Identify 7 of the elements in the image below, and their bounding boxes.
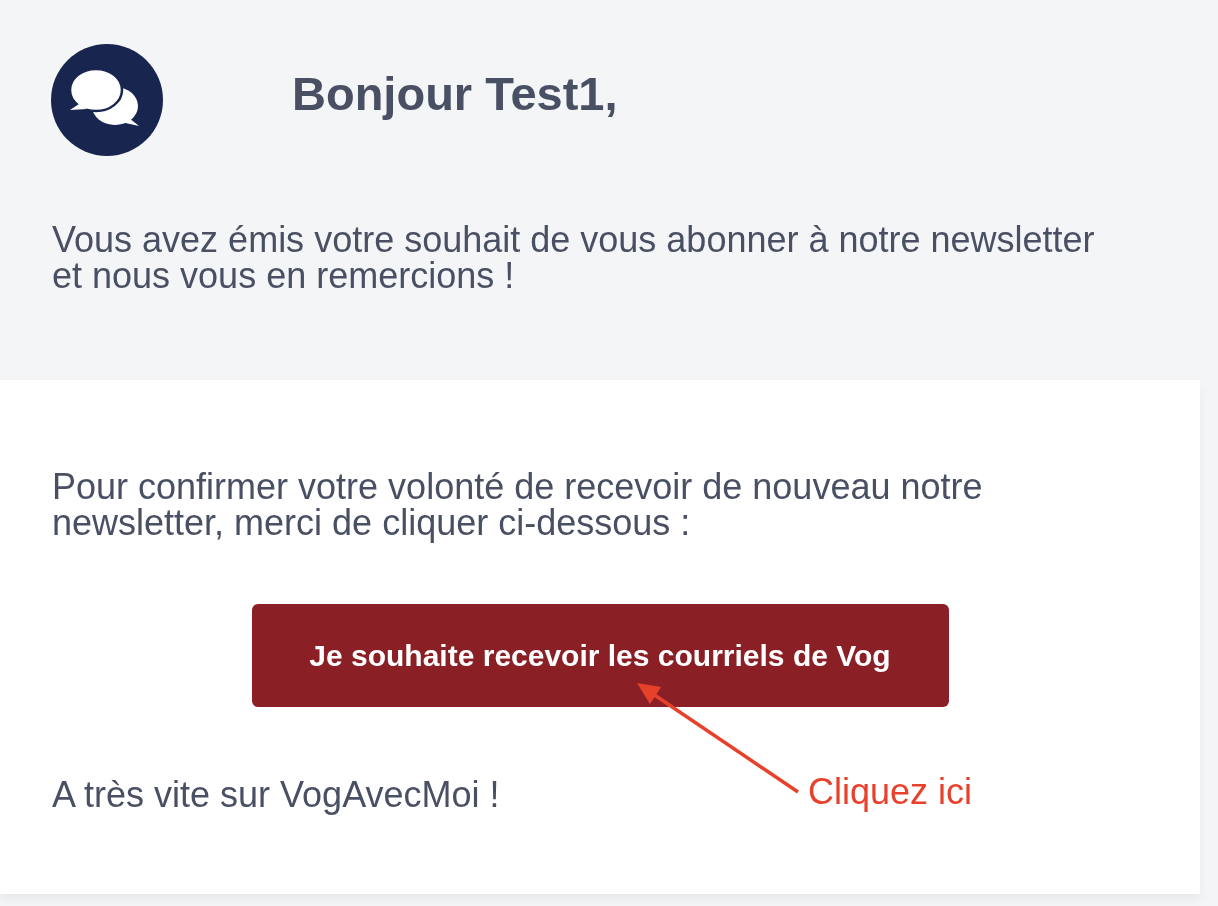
- subscribe-button[interactable]: Je souhaite recevoir les courriels de Vog: [251, 604, 949, 707]
- arrow-icon: [637, 683, 799, 794]
- annotation-label: Cliquez ici: [808, 774, 973, 810]
- confirm-paragraph: Pour confirmer votre volonté de recevoir de nouveau notre newsletter, merci de cliquer ci-dessous :: [52, 469, 984, 541]
- closing-text: A très vite sur VogAvecMoi !: [52, 777, 500, 813]
- intro-paragraph: Vous avez émis votre souhait de vous abonner à notre newsletter et nous vous en remercions !: [52, 222, 1096, 294]
- chat-bubbles-icon: [51, 44, 163, 156]
